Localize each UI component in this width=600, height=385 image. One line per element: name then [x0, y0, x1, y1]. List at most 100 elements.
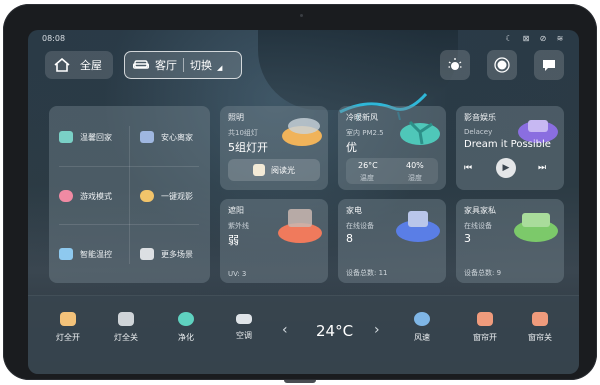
scene-label: 温馨回家 [80, 132, 112, 142]
divider [183, 58, 184, 72]
lamp-illustration-icon [282, 118, 322, 146]
furniture-card[interactable]: 家具家私 在线设备 3 设备总数: 9 [456, 199, 564, 283]
button-label: 窗帘开 [473, 333, 497, 342]
light-bulb-icon [448, 58, 462, 70]
record-icon [494, 57, 510, 73]
air-quality-value: 优 [346, 141, 357, 154]
more-icon [140, 248, 154, 260]
scene-more[interactable]: 更多场景 [140, 248, 193, 260]
home-icon [59, 131, 73, 143]
divider [59, 166, 199, 167]
status-bar: 08:08 ☾ ⊠ ⊘ ≋ [42, 34, 565, 46]
room-switch-button[interactable]: 客厅 切换 ◢ [124, 51, 242, 79]
temperature-value: 26°C [358, 161, 378, 170]
purify-button[interactable]: 净化 [166, 312, 206, 343]
reading-light-button[interactable]: 阅读光 [228, 159, 320, 181]
button-label: 风速 [414, 333, 430, 342]
next-track-icon[interactable]: ⏭ [538, 162, 550, 174]
scene-game-mode[interactable]: 游戏模式 [59, 190, 112, 202]
switch-label: 切换 [190, 59, 212, 72]
fan-illustration-icon [400, 120, 440, 145]
card-subtitle: 共10组灯 [228, 129, 258, 137]
thermostat-icon [59, 248, 73, 260]
card-subtitle: 在线设备 [464, 222, 492, 230]
shade-illustration-icon [278, 209, 322, 243]
play-button[interactable]: ▶ [496, 158, 516, 178]
button-label: 阅读光 [271, 165, 295, 175]
hardware-button [284, 380, 316, 383]
message-button[interactable] [534, 50, 564, 80]
lamp-on-icon [60, 312, 76, 326]
card-subtitle: 室内 PM2.5 [346, 129, 384, 137]
online-count: 8 [346, 232, 353, 245]
purify-icon [178, 312, 194, 326]
card-title: 遮阳 [228, 206, 244, 215]
scene-label: 智能温控 [80, 249, 112, 259]
curtain-close-button[interactable]: 窗帘关 [520, 312, 560, 343]
device-total: 设备总数: 11 [346, 269, 388, 277]
all-lights-on-button[interactable]: 灯全开 [48, 312, 88, 343]
room-label: 客厅 [155, 59, 177, 72]
song-title: Dream it Possible [464, 139, 551, 150]
button-label: 净化 [178, 333, 194, 342]
card-title: 影音娱乐 [464, 113, 496, 122]
button-label: 空调 [236, 331, 252, 340]
media-card[interactable]: 影音娱乐 Delacey Dream it Possible ⏮ ▶ ⏭ [456, 106, 564, 190]
ventilation-card[interactable]: 冷暖新风 室内 PM2.5 优 26°C 温度 40% 湿度 [338, 106, 446, 190]
card-title: 家具家私 [464, 206, 496, 215]
temperature-setpoint: 24°C [316, 322, 354, 340]
scene-climate[interactable]: 智能温控 [59, 248, 112, 260]
shade-card[interactable]: 遮阳 紫外线 弱 UV: 3 [220, 199, 328, 283]
humidity-label: 湿度 [408, 174, 422, 182]
card-title: 照明 [228, 113, 244, 122]
online-count: 3 [464, 232, 471, 245]
wifi-icon: ≋ [556, 34, 564, 43]
scene-away[interactable]: 安心离家 [140, 131, 193, 143]
quick-control-bar: 灯全开 灯全关 净化 空调 ‹ 24°C › 风速 窗帘开 窗帘关 [28, 295, 579, 374]
scene-label: 安心离家 [161, 132, 193, 142]
all-lights-off-button[interactable]: 灯全关 [106, 312, 146, 343]
message-icon [543, 60, 555, 71]
card-title: 家电 [346, 206, 362, 215]
corner-caret-icon: ◢ [217, 64, 223, 72]
status-icons: ☾ ⊠ ⊘ ≋ [504, 34, 565, 43]
curtain-close-icon [532, 312, 548, 326]
home-label: 全屋 [80, 59, 102, 72]
moon-icon: ☾ [505, 34, 513, 43]
lighting-card[interactable]: 照明 共10组灯 5组灯开 阅读光 [220, 106, 328, 190]
scene-warm-home[interactable]: 温馨回家 [59, 131, 112, 143]
divider [129, 126, 130, 264]
uv-index: UV: 3 [228, 270, 247, 278]
curtain-open-button[interactable]: 窗帘开 [465, 312, 505, 343]
home-button[interactable]: 全屋 [45, 51, 113, 79]
curtain-open-icon [477, 312, 493, 326]
button-label: 窗帘关 [528, 333, 552, 342]
mute-icon: ⊘ [539, 34, 547, 43]
record-button[interactable] [487, 50, 517, 80]
sofa-icon [133, 60, 149, 69]
fan-speed-button[interactable]: 风速 [402, 312, 442, 343]
previous-track-icon[interactable]: ⏮ [464, 162, 476, 174]
divider [59, 224, 199, 225]
artist-name: Delacey [464, 128, 493, 136]
light-bulb-button[interactable] [440, 50, 470, 80]
humidity-value: 40% [406, 161, 424, 170]
temperature-decrease-button[interactable]: ‹ [282, 322, 288, 338]
scene-movie[interactable]: 一键观影 [140, 190, 193, 202]
house-icon [54, 58, 70, 72]
air-conditioner-button[interactable]: 空调 [224, 312, 264, 341]
scene-label: 更多场景 [161, 249, 193, 259]
temperature-label: 温度 [360, 174, 374, 182]
tablet-frame: 08:08 ☾ ⊠ ⊘ ≋ 全屋 客厅 切换 ◢ 温馨回家 安心离家 游戏模式 … [3, 4, 597, 380]
book-icon [253, 164, 265, 176]
temperature-increase-button[interactable]: › [374, 322, 380, 338]
scene-label: 一键观影 [161, 191, 193, 201]
screen: 08:08 ☾ ⊠ ⊘ ≋ 全屋 客厅 切换 ◢ 温馨回家 安心离家 游戏模式 … [28, 30, 579, 374]
button-label: 灯全关 [114, 333, 138, 342]
no-signal-icon: ⊠ [522, 34, 530, 43]
film-icon [140, 190, 154, 202]
camera-dot [300, 14, 303, 17]
card-subtitle: 在线设备 [346, 222, 374, 230]
card-value: 5组灯开 [228, 141, 268, 154]
appliance-card[interactable]: 家电 在线设备 8 设备总数: 11 [338, 199, 446, 283]
